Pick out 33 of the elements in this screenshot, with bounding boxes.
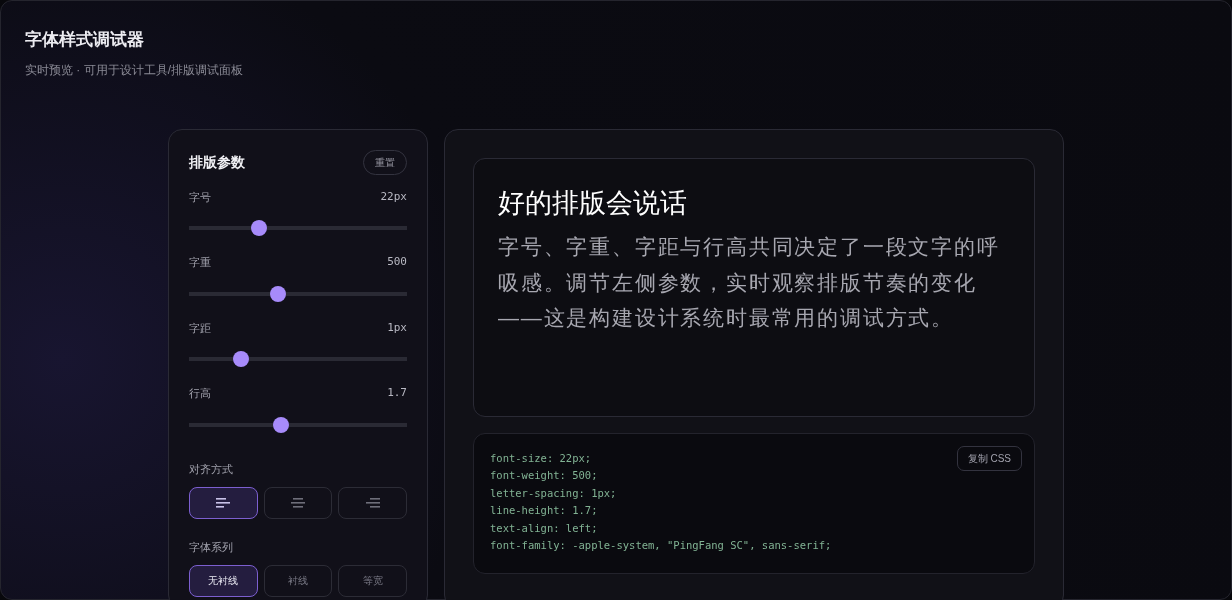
preview-heading: 好的排版会说话	[498, 186, 687, 220]
slider-reading: 1.7	[387, 385, 407, 401]
align-option-button[interactable]	[189, 487, 258, 519]
css-code-line: text-align: left;	[490, 520, 598, 536]
css-code-line: letter-spacing: 1px;	[490, 485, 617, 501]
slider-reading: 22px	[380, 188, 407, 205]
panel-title: 排版参数	[189, 152, 245, 172]
section-label: 对齐方式	[189, 461, 233, 477]
align-right-icon	[365, 498, 380, 508]
align-left-icon	[216, 498, 231, 508]
font-option-button[interactable]: 无衬线	[189, 564, 258, 597]
css-code-line: font-size: 22px;	[490, 450, 592, 466]
page-title: 字体样式调试器	[25, 29, 144, 51]
slider-label: 行高	[189, 386, 211, 401]
slider-reading: 1px	[387, 319, 407, 336]
slider-label: 字距	[189, 320, 211, 336]
preview-body: 字号、字重、字距与行高共同决定了一段文字的呼吸感。调节左侧参数，实时观察排版节奏的变化——这是构建设计系统时最常用的调试方式。	[498, 234, 1001, 332]
font-option-button[interactable]: 等宽	[338, 564, 407, 597]
css-code-line: font-weight: 500;	[490, 468, 598, 483]
section-label: 字体系列	[189, 540, 233, 555]
css-code-line: line-height: 1.7;	[490, 503, 598, 518]
align-center-icon	[291, 498, 305, 508]
slider-thumb[interactable]	[233, 351, 250, 367]
slider-thumb[interactable]	[270, 285, 287, 302]
slider-thumb[interactable]	[250, 220, 267, 236]
copy-css-button[interactable]: 复制 CSS	[956, 445, 1022, 471]
slider-label: 字重	[189, 255, 211, 270]
slider-reading: 500	[387, 254, 407, 270]
slider-thumb[interactable]	[272, 416, 289, 433]
css-code-line: font-family: -apple-system, "PingFang SC", sans-serif;	[490, 538, 832, 553]
font-option-button[interactable]: 衬线	[263, 564, 333, 597]
slider-label: 字号	[189, 189, 211, 205]
page-subtitle: 实时预览 · 可用于设计工具/排版调试面板	[25, 61, 243, 79]
